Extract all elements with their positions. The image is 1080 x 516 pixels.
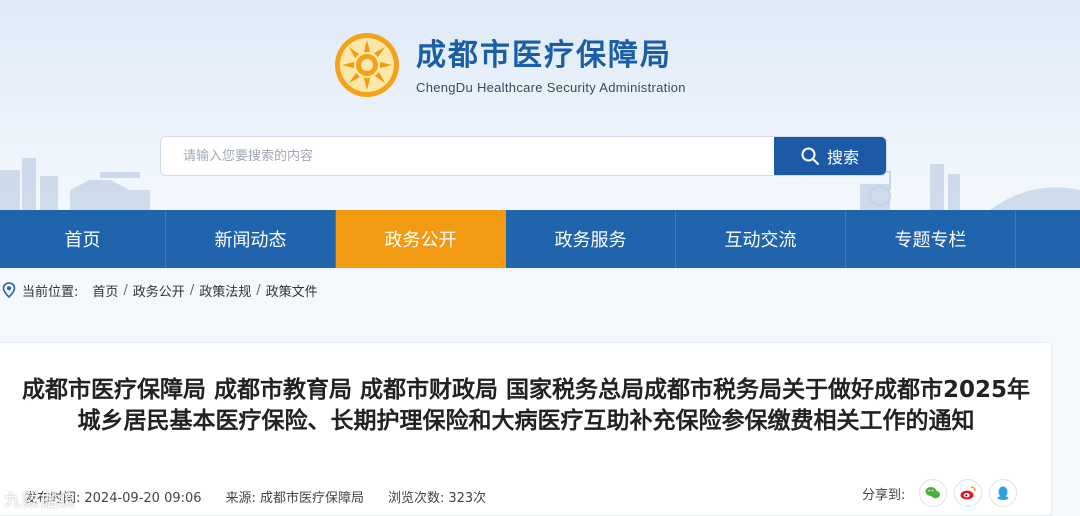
article-meta: 发布时间: 2024-09-20 09:06 来源: 成都市医疗保障局 浏览次数: 3… (24, 487, 510, 506)
article-panel: 成都市医疗保障局 成都市教育局 成都市财政局 国家税务总局成都市税务局关于做好成… (0, 342, 1052, 516)
brand[interactable]: 成都市医疗保障局 ChengDu Healthcare Security Adm… (334, 32, 686, 98)
breadcrumb-item-policy-documents[interactable]: 政策文件 (266, 281, 318, 300)
breadcrumb-label: 当前位置: (22, 284, 79, 300)
logo-icon (335, 33, 399, 97)
nav-item-government-affairs[interactable]: 政务公开 (336, 210, 506, 268)
site-title: 成都市医疗保障局 (416, 37, 672, 73)
source-value: 成都市医疗保障局 (259, 491, 364, 506)
article-source: 来源: 成都市医疗保障局 (226, 487, 364, 506)
main-nav: 首页 新闻动态 政务公开 政务服务 互动交流 专题专栏 (0, 210, 1080, 268)
qq-icon (997, 486, 1009, 500)
search-button[interactable]: 搜索 (774, 137, 886, 175)
site-subtitle: ChengDu Healthcare Security Administrati… (416, 79, 686, 95)
view-count-label: 浏览次数: (387, 491, 445, 506)
share-qq-button[interactable] (989, 479, 1018, 507)
search-button-label: 搜索 (826, 148, 859, 167)
nav-item-home[interactable]: 首页 (0, 210, 166, 268)
nav-item-topics[interactable]: 专题专栏 (846, 210, 1016, 268)
nav-item-services[interactable]: 政务服务 (506, 210, 676, 268)
search-input[interactable] (161, 137, 775, 175)
search-bar: 搜索 (160, 136, 887, 176)
breadcrumb-separator: / (123, 282, 128, 298)
share-weibo-button[interactable] (954, 479, 983, 507)
breadcrumb-separator: / (189, 282, 195, 298)
location-pin-icon (2, 282, 16, 298)
breadcrumb-item-government-affairs[interactable]: 政务公开 (133, 281, 185, 300)
wechat-icon (925, 487, 941, 499)
view-count: 浏览次数: 323次 (388, 487, 486, 506)
source-label: 来源: (225, 491, 256, 506)
weibo-icon (960, 486, 977, 500)
search-icon (801, 147, 819, 165)
breadcrumb-separator: / (256, 282, 261, 298)
watermark: 九数据统 (4, 491, 76, 511)
site-header: 成都市医疗保障局 ChengDu Healthcare Security Adm… (0, 0, 1080, 210)
nav-item-interaction[interactable]: 互动交流 (676, 210, 846, 268)
breadcrumb: 当前位置: 首页 / 政务公开 / 政策法规 / 政策文件 (0, 268, 1080, 312)
breadcrumb-item-home[interactable]: 首页 (92, 281, 118, 300)
share-bar: 分享到: (862, 479, 1024, 507)
view-count-value: 323次 (448, 491, 487, 506)
share-label: 分享到: (862, 487, 906, 503)
breadcrumb-item-policies[interactable]: 政策法规 (199, 281, 251, 300)
share-wechat-button[interactable] (919, 479, 948, 507)
article-title: 成都市医疗保障局 成都市教育局 成都市财政局 国家税务总局成都市税务局关于做好成… (21, 377, 1031, 434)
nav-item-news[interactable]: 新闻动态 (166, 210, 336, 268)
publish-time-value: 2024-09-20 09:06 (84, 491, 202, 506)
